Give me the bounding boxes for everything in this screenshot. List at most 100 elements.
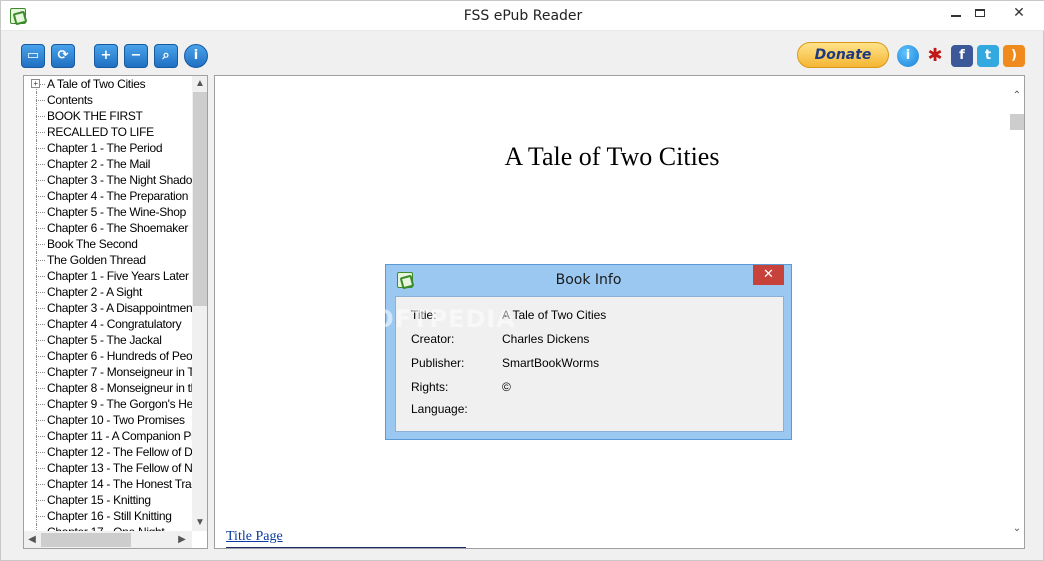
- maximize-button[interactable]: [963, 1, 997, 23]
- toc-item[interactable]: Contents: [24, 92, 192, 108]
- title-page-link[interactable]: Title Page: [226, 529, 283, 545]
- scroll-left-arrow-icon[interactable]: ◀: [24, 532, 40, 548]
- info-label: Creator:: [411, 332, 455, 346]
- toc-hscroll-thumb[interactable]: [41, 533, 131, 547]
- info-value: ©: [502, 380, 511, 394]
- toc-item-label: Chapter 11 - A Companion Pic: [47, 429, 192, 443]
- minimize-icon: [951, 15, 961, 17]
- dialog-title: Book Info: [555, 272, 622, 288]
- toc-item[interactable]: Chapter 2 - The Mail: [24, 156, 192, 172]
- search-button[interactable]: ⌕: [154, 44, 178, 68]
- toc-item[interactable]: Chapter 16 - Still Knitting: [24, 508, 192, 524]
- toc-item[interactable]: Book The Second: [24, 236, 192, 252]
- toc-item-label: Chapter 3 - A Disappointment: [47, 301, 192, 315]
- toc-item-label: Chapter 2 - The Mail: [47, 157, 151, 171]
- toc-item-label: Chapter 1 - Five Years Later: [47, 269, 189, 283]
- toc-item-label: Chapter 1 - The Period: [47, 141, 163, 155]
- toc-item-label: Chapter 5 - The Wine-Shop: [47, 205, 187, 219]
- info-icon[interactable]: i: [897, 45, 919, 67]
- content-scroll-thumb[interactable]: [1010, 114, 1024, 130]
- toc-item[interactable]: Chapter 3 - A Disappointment: [24, 300, 192, 316]
- toc-item[interactable]: Chapter 13 - The Fellow of No: [24, 460, 192, 476]
- toc-item[interactable]: Chapter 11 - A Companion Pic: [24, 428, 192, 444]
- toc-item[interactable]: Chapter 17 - One Night: [24, 524, 192, 531]
- donate-button[interactable]: Donate: [797, 42, 889, 68]
- toc-item-label: RECALLED TO LIFE: [47, 125, 154, 139]
- book-info-button[interactable]: i: [184, 44, 208, 68]
- toc-item[interactable]: BOOK THE FIRST: [24, 108, 192, 124]
- table-of-contents: + A Tale of Two Cities Contents BOOK THE FI…: [23, 75, 208, 549]
- toc-vertical-scrollbar[interactable]: ▲ ▼: [192, 76, 207, 531]
- toc-scroll-thumb[interactable]: [193, 92, 207, 306]
- toc-item[interactable]: Chapter 8 - Monseigneur in the: [24, 380, 192, 396]
- title-bar: FSS ePub Reader ✕: [1, 1, 1044, 31]
- toc-item[interactable]: Chapter 10 - Two Promises: [24, 412, 192, 428]
- toc-item-label: BOOK THE FIRST: [47, 109, 143, 123]
- info-value: Charles Dickens: [502, 332, 590, 346]
- toc-item-label: Chapter 4 - Congratulatory: [47, 317, 182, 331]
- content-vertical-scrollbar[interactable]: ⌃ ⌄: [1009, 76, 1024, 548]
- toc-item-label: Chapter 2 - A Sight: [47, 285, 143, 299]
- dialog-close-button[interactable]: ✕: [753, 265, 784, 285]
- toc-item[interactable]: Chapter 1 - Five Years Later: [24, 268, 192, 284]
- toc-item[interactable]: Chapter 6 - The Shoemaker: [24, 220, 192, 236]
- book-title-heading: A Tale of Two Cities: [504, 142, 720, 171]
- toc-item[interactable]: RECALLED TO LIFE: [24, 124, 192, 140]
- toc-item[interactable]: + A Tale of Two Cities: [24, 76, 192, 92]
- twitter-icon[interactable]: t: [977, 45, 999, 67]
- content-scroll-down-icon[interactable]: ⌄: [1009, 521, 1024, 537]
- info-value: SmartBookWorms: [502, 356, 600, 370]
- toc-item[interactable]: Chapter 15 - Knitting: [24, 492, 192, 508]
- toc-item[interactable]: Chapter 5 - The Wine-Shop: [24, 204, 192, 220]
- toc-item[interactable]: Chapter 7 - Monseigneur in To: [24, 364, 192, 380]
- toolbar: ▭ ⟳ + − ⌕ i Donate i ✱ f t ): [1, 35, 1044, 75]
- facebook-icon[interactable]: f: [951, 45, 973, 67]
- toc-item[interactable]: Chapter 1 - The Period: [24, 140, 192, 156]
- expand-plus-icon[interactable]: +: [31, 79, 40, 88]
- toc-item-label: Chapter 14 - The Honest Trad: [47, 477, 192, 491]
- close-button[interactable]: ✕: [995, 1, 1043, 23]
- toc-item[interactable]: Chapter 2 - A Sight: [24, 284, 192, 300]
- toc-item-label: Chapter 16 - Still Knitting: [47, 509, 172, 523]
- rss-icon[interactable]: ): [1003, 45, 1025, 67]
- book-info-dialog: Book Info ✕ Title: A Tale of Two Cities …: [385, 264, 792, 440]
- toc-item[interactable]: Chapter 5 - The Jackal: [24, 332, 192, 348]
- maximize-icon: [975, 9, 985, 17]
- toc-item[interactable]: Chapter 3 - The Night Shadow: [24, 172, 192, 188]
- toc-item-label: Chapter 4 - The Preparation: [47, 189, 189, 203]
- info-label: Rights:: [411, 380, 449, 394]
- toc-item-label: Chapter 7 - Monseigneur in To: [47, 365, 192, 379]
- toc-item[interactable]: The Golden Thread: [24, 252, 192, 268]
- toc-item[interactable]: Chapter 14 - The Honest Trad: [24, 476, 192, 492]
- toc-item-label: A Tale of Two Cities: [47, 77, 146, 91]
- zoom-out-button[interactable]: −: [124, 44, 148, 68]
- toc-item-label: Chapter 3 - The Night Shadow: [47, 173, 192, 187]
- toc-item-label: Contents: [47, 93, 93, 107]
- info-label: Language:: [411, 402, 468, 416]
- app-window: FSS ePub Reader ✕ ▭ ⟳ + − ⌕ i Donate i ✱…: [0, 0, 1044, 561]
- toc-item[interactable]: Chapter 9 - The Gorgon's Hea: [24, 396, 192, 412]
- scroll-right-arrow-icon[interactable]: ▶: [174, 532, 190, 548]
- zoom-in-button[interactable]: +: [94, 44, 118, 68]
- toc-horizontal-scrollbar[interactable]: ◀ ▶: [24, 531, 192, 548]
- info-label: Publisher:: [411, 356, 465, 370]
- scroll-up-arrow-icon[interactable]: ▲: [192, 76, 207, 92]
- toc-item[interactable]: Chapter 6 - Hundreds of Peopl: [24, 348, 192, 364]
- toc-item-label: Chapter 13 - The Fellow of No: [47, 461, 192, 475]
- toc-item-label: The Golden Thread: [47, 253, 146, 267]
- toc-item[interactable]: Chapter 4 - Congratulatory: [24, 316, 192, 332]
- refresh-button[interactable]: ⟳: [51, 44, 75, 68]
- open-book-button[interactable]: ▭: [21, 44, 45, 68]
- toc-item-label: Chapter 9 - The Gorgon's Hea: [47, 397, 192, 411]
- toc-item-label: Chapter 6 - Hundreds of Peopl: [47, 349, 192, 363]
- content-scroll-up-icon[interactable]: ⌃: [1009, 88, 1024, 104]
- partial-text-line: [226, 547, 466, 548]
- toc-item-label: Chapter 5 - The Jackal: [47, 333, 162, 347]
- dialog-body: Title: A Tale of Two Cities Creator: Cha…: [395, 296, 784, 432]
- bug-report-icon[interactable]: ✱: [924, 45, 946, 67]
- scroll-down-arrow-icon[interactable]: ▼: [192, 515, 207, 531]
- toc-item[interactable]: Chapter 4 - The Preparation: [24, 188, 192, 204]
- toc-item[interactable]: Chapter 12 - The Fellow of De: [24, 444, 192, 460]
- toc-item-label: Chapter 10 - Two Promises: [47, 413, 185, 427]
- toc-item-label: Chapter 12 - The Fellow of De: [47, 445, 192, 459]
